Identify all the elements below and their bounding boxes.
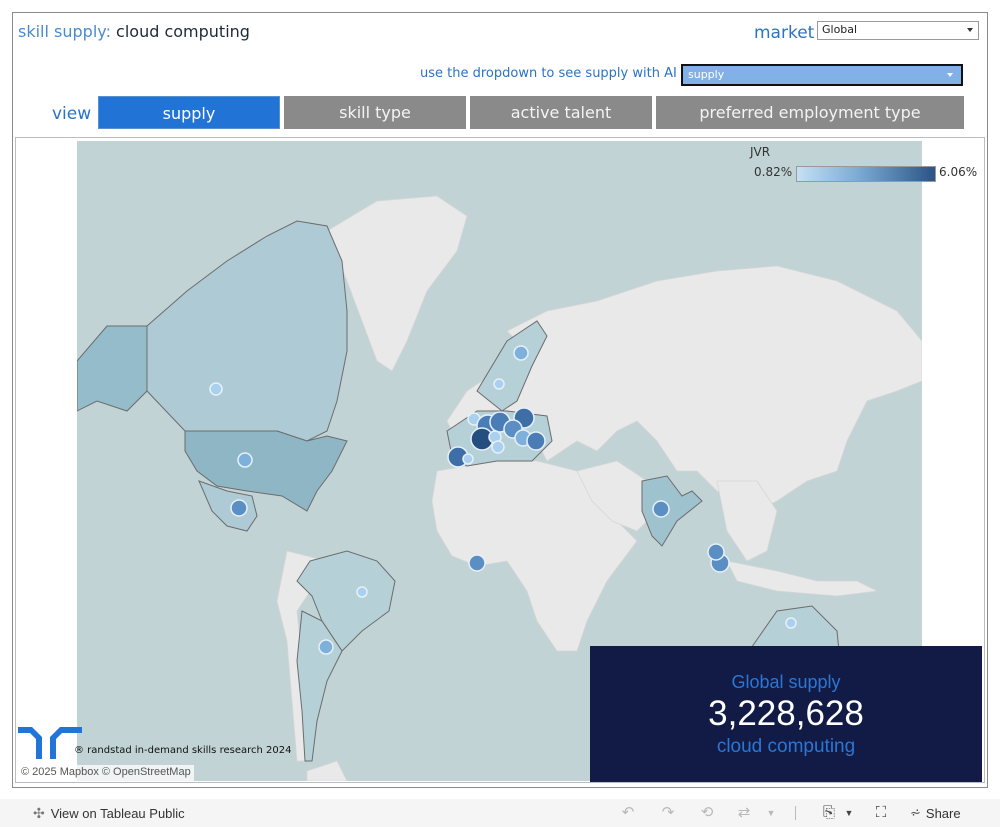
share-button[interactable]: ⩫ Share — [910, 805, 961, 821]
tab-active-talent[interactable]: active talent — [470, 96, 652, 129]
view-label: view — [52, 104, 92, 124]
redo-icon[interactable]: ↷ — [659, 804, 677, 822]
tab-supply[interactable]: supply — [98, 96, 280, 129]
kpi-card: Global supply 3,228,628 cloud computing — [590, 646, 982, 782]
toolbar-divider — [795, 806, 796, 820]
view-on-tableau-label: View on Tableau Public — [50, 806, 185, 821]
chevron-down-icon — [967, 28, 973, 32]
randstad-logo — [18, 727, 82, 759]
antarctica-fragment — [306, 760, 348, 781]
market-label: market — [754, 23, 815, 43]
page-title: skill supply: cloud computing — [18, 22, 250, 41]
legend-max-label: 6.06% — [939, 165, 978, 179]
page-title-label: skill supply: — [18, 22, 111, 41]
ai-supply-dropdown[interactable]: supply — [681, 64, 963, 86]
revert-icon[interactable]: ⟲ — [698, 804, 716, 822]
country-canada — [146, 220, 348, 442]
page-title-value: cloud computing — [116, 22, 250, 41]
mapbox-credit-link[interactable]: © 2025 Mapbox — [21, 766, 99, 778]
download-dropdown-icon[interactable]: ▼ — [840, 804, 858, 822]
map-bubble-portugal[interactable] — [462, 453, 474, 465]
tab-skill-type[interactable]: skill type — [284, 96, 466, 129]
share-label: Share — [925, 805, 961, 821]
map-bubble-mexico[interactable] — [230, 499, 248, 517]
tableau-footer: ✣ View on Tableau Public ↶ ↷ ⟲ ⇄ ▼ ⎘ ▼ ⛶… — [0, 799, 1000, 827]
map-bubble-malaysia[interactable] — [707, 543, 725, 561]
osm-credit-link[interactable]: © OpenStreetMap — [102, 766, 191, 778]
map-bubble-canada[interactable] — [209, 382, 223, 396]
kpi-title: Global supply — [731, 672, 841, 692]
country-alaska — [77, 325, 148, 412]
market-dropdown-value: Global — [822, 23, 858, 36]
share-icon: ⩫ — [910, 805, 921, 820]
map-bubble-india[interactable] — [652, 500, 670, 518]
tab-preferred-employment-type[interactable]: preferred employment type — [656, 96, 964, 129]
map-bubble-sweden[interactable] — [513, 345, 529, 361]
refresh-dropdown-icon[interactable]: ▼ — [762, 804, 780, 822]
legend-min-label: 0.82% — [754, 165, 793, 179]
greenland — [326, 195, 468, 372]
map-attribution: © 2025 Mapbox © OpenStreetMap — [18, 765, 194, 781]
chevron-down-icon — [947, 73, 953, 77]
ai-dropdown-value: supply — [688, 68, 725, 81]
ai-dropdown-prompt: use the dropdown to see supply with AI — [420, 66, 677, 81]
legend-title: JVR — [750, 145, 771, 159]
map-bubble-norway[interactable] — [493, 378, 505, 390]
legend-color-ramp — [796, 166, 936, 182]
map-bubble-italy[interactable] — [491, 440, 505, 454]
map-bubble-west-africa-gulf-of-guinea-[interactable] — [468, 554, 486, 572]
kpi-subtitle: cloud computing — [716, 736, 856, 757]
map-bubble-romania[interactable] — [526, 431, 546, 451]
map-bubble-brazil[interactable] — [356, 586, 368, 598]
country-india — [641, 475, 703, 547]
indonesia — [726, 560, 879, 597]
map-bubble-argentina[interactable] — [318, 639, 334, 655]
map-bubble-united-states[interactable] — [237, 452, 253, 468]
map-bubble-australia[interactable] — [785, 617, 797, 629]
research-credit: ® randstad in-demand skills research 202… — [74, 745, 292, 756]
tableau-icon: ✣ — [33, 805, 45, 821]
undo-icon[interactable]: ↶ — [619, 804, 637, 822]
download-icon[interactable]: ⎘ — [820, 804, 838, 822]
market-dropdown[interactable]: Global — [817, 21, 979, 40]
view-on-tableau-link[interactable]: ✣ View on Tableau Public — [33, 805, 185, 822]
refresh-icon[interactable]: ⇄ — [735, 804, 753, 822]
kpi-value: 3,228,628 — [708, 694, 864, 733]
fullscreen-icon[interactable]: ⛶ — [872, 804, 890, 822]
